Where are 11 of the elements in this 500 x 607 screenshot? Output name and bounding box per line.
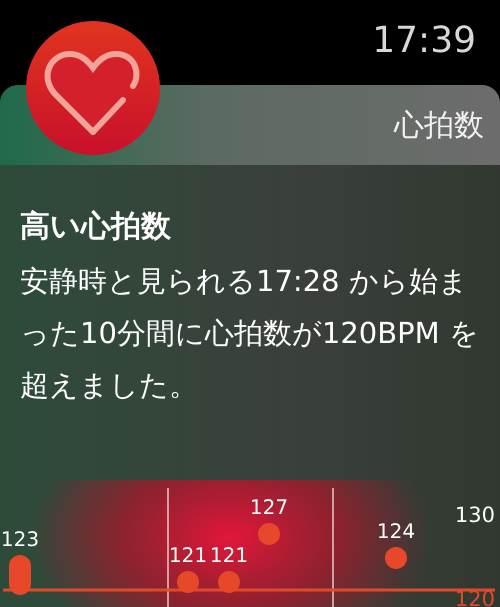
notification-title: 高い心拍数: [20, 208, 172, 246]
clock-time: 17:39: [372, 20, 476, 61]
value-label: 123: [0, 527, 40, 551]
heart-app-icon: [25, 20, 161, 156]
notification-message: 安静時と見られる17:28 から始まった10分間に心拍数が120BPM を超えました。: [20, 263, 480, 404]
app-name: 心拍数: [394, 106, 484, 144]
value-label: 127: [250, 495, 288, 519]
value-label: 121: [168, 543, 208, 567]
scale-label: 130: [454, 503, 495, 527]
value-label: 121: [210, 543, 248, 567]
value-label: 124: [376, 519, 416, 543]
